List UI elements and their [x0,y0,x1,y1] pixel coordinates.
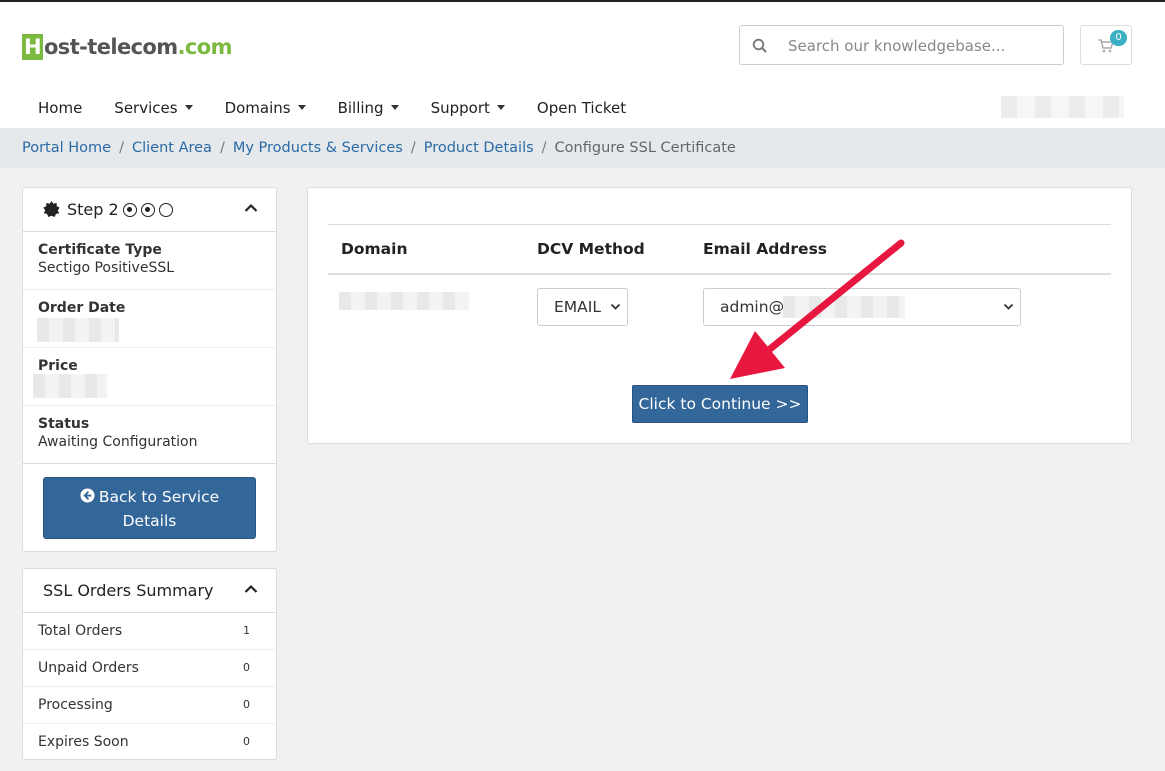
column-header-domain: Domain [341,240,408,258]
nav-support[interactable]: Support [415,98,521,122]
nav-billing[interactable]: Billing [322,98,415,122]
breadcrumb-product-details[interactable]: Product Details [424,140,534,156]
breadcrumb-portal-home[interactable]: Portal Home [22,140,111,156]
info-certificate-type: Certificate Type Sectigo PositiveSSL [23,232,276,290]
cart-count-badge: 0 [1110,30,1127,46]
info-order-date: Order Date [23,290,276,348]
back-to-service-details-button[interactable]: Back to Service Details [43,477,256,539]
certificate-badge-icon [43,201,60,217]
redacted-domain-name [339,292,469,310]
summary-processing[interactable]: Processing 0 [23,687,276,724]
breadcrumb-current: Configure SSL Certificate [554,140,736,156]
summary-expires-soon[interactable]: Expires Soon 0 [23,724,276,761]
cart-button[interactable]: 0 [1080,25,1132,65]
email-address-select[interactable]: admin@ [703,288,1021,326]
step-panel: Step 2 Certificate Type Sectigo Positive… [22,187,277,552]
site-header: Host-telecom.com 0 Home Services Domains… [0,2,1165,128]
user-account-menu[interactable] [1001,96,1124,118]
table-top-border [328,224,1111,225]
summary-total-orders[interactable]: Total Orders 1 [23,613,276,650]
step-panel-header[interactable]: Step 2 [23,188,276,232]
site-logo[interactable]: Host-telecom.com [22,34,232,60]
search-box [739,25,1064,65]
dcv-method-select[interactable]: EMAIL [537,288,628,326]
redacted-price [33,374,107,398]
click-to-continue-button[interactable]: Click to Continue >> [632,385,808,423]
search-input[interactable] [788,35,1053,57]
step-indicator-current [140,202,155,217]
breadcrumb: Portal Home / Client Area / My Products & Se… [0,128,1165,168]
column-header-email-address: Email Address [703,240,828,258]
step-title: Step 2 [67,200,119,219]
summary-unpaid-orders[interactable]: Unpaid Orders 0 [23,650,276,687]
nav-services[interactable]: Services [98,98,208,122]
step-indicator-complete [122,202,137,217]
table-header-divider [328,273,1111,275]
main-nav: Home Services Domains Billing Support Op… [22,98,642,122]
nav-open-ticket[interactable]: Open Ticket [521,98,642,122]
summary-panel-header[interactable]: SSL Orders Summary [23,569,276,613]
redacted-order-date [37,318,119,342]
chevron-up-icon[interactable] [244,203,258,213]
redacted-email-domain [783,296,905,318]
step-indicator-pending [158,202,173,217]
chevron-up-icon[interactable] [244,584,258,594]
chevron-down-icon [610,303,621,310]
column-header-dcv-method: DCV Method [537,240,645,258]
caret-down-icon [297,105,306,110]
dcv-configuration-card: Domain DCV Method Email Address EMAIL ad… [307,187,1132,444]
caret-down-icon [184,105,193,110]
info-status: Status Awaiting Configuration [23,406,276,464]
caret-down-icon [390,105,399,110]
caret-down-icon [496,105,505,110]
nav-home[interactable]: Home [22,98,98,122]
breadcrumb-my-products[interactable]: My Products & Services [233,140,403,156]
arrow-circle-left-icon [80,488,95,503]
nav-domains[interactable]: Domains [209,98,322,122]
ssl-orders-summary-panel: SSL Orders Summary Total Orders 1 Unpaid… [22,568,277,760]
search-icon [752,38,767,53]
info-price: Price [23,348,276,406]
chevron-down-icon [1003,303,1014,310]
summary-title: SSL Orders Summary [43,581,214,600]
breadcrumb-client-area[interactable]: Client Area [132,140,212,156]
